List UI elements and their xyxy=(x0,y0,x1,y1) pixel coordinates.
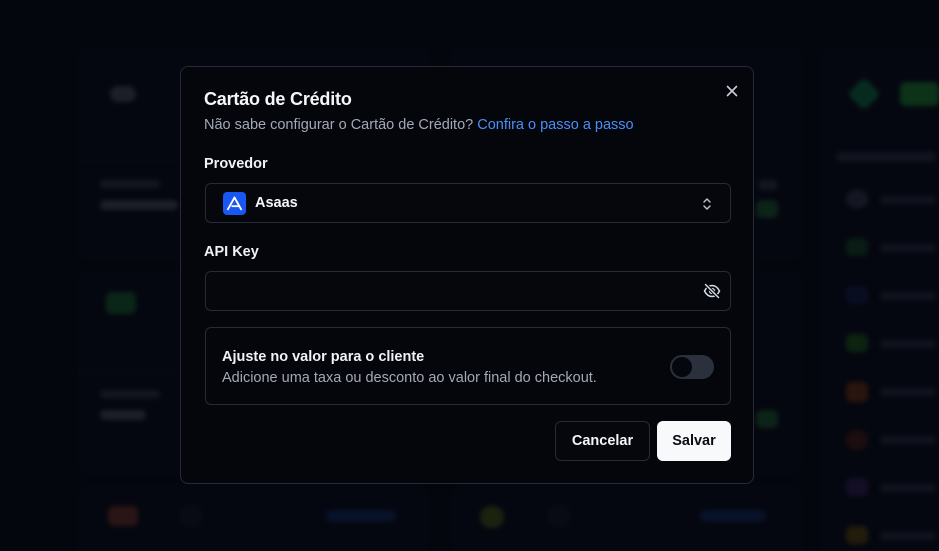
page: Cartão de Crédito Não sabe configurar o … xyxy=(0,0,939,551)
api-key-input[interactable] xyxy=(205,271,731,311)
adjustment-title: Ajuste no valor para o cliente xyxy=(222,349,425,365)
cancel-button[interactable]: Cancelar xyxy=(555,421,650,461)
asaas-logo xyxy=(223,191,246,215)
save-button[interactable]: Salvar xyxy=(657,421,731,461)
adjustment-toggle[interactable] xyxy=(670,355,714,379)
tutorial-link[interactable]: Confira o passo a passo xyxy=(477,117,633,133)
adjustment-description: Adicione uma taxa ou desconto ao valor f… xyxy=(222,370,597,386)
close-icon xyxy=(726,85,738,97)
api-key-label: API Key xyxy=(204,244,259,260)
credit-card-modal: Cartão de Crédito Não sabe configurar o … xyxy=(180,66,754,484)
provider-label: Provedor xyxy=(204,156,268,172)
chevron-up-down-icon xyxy=(703,198,711,210)
provider-select[interactable]: Asaas xyxy=(205,183,731,223)
price-adjustment-section: Ajuste no valor para o cliente Adicione … xyxy=(205,327,731,405)
subtitle-text: Não sabe configurar o Cartão de Crédito? xyxy=(204,117,474,133)
eye-off-icon[interactable] xyxy=(703,282,721,300)
modal-title: Cartão de Crédito xyxy=(204,89,352,109)
provider-value: Asaas xyxy=(255,195,298,211)
toggle-knob xyxy=(672,357,692,377)
modal-subtitle: Não sabe configurar o Cartão de Crédito?… xyxy=(204,117,634,133)
close-button[interactable] xyxy=(724,83,740,99)
